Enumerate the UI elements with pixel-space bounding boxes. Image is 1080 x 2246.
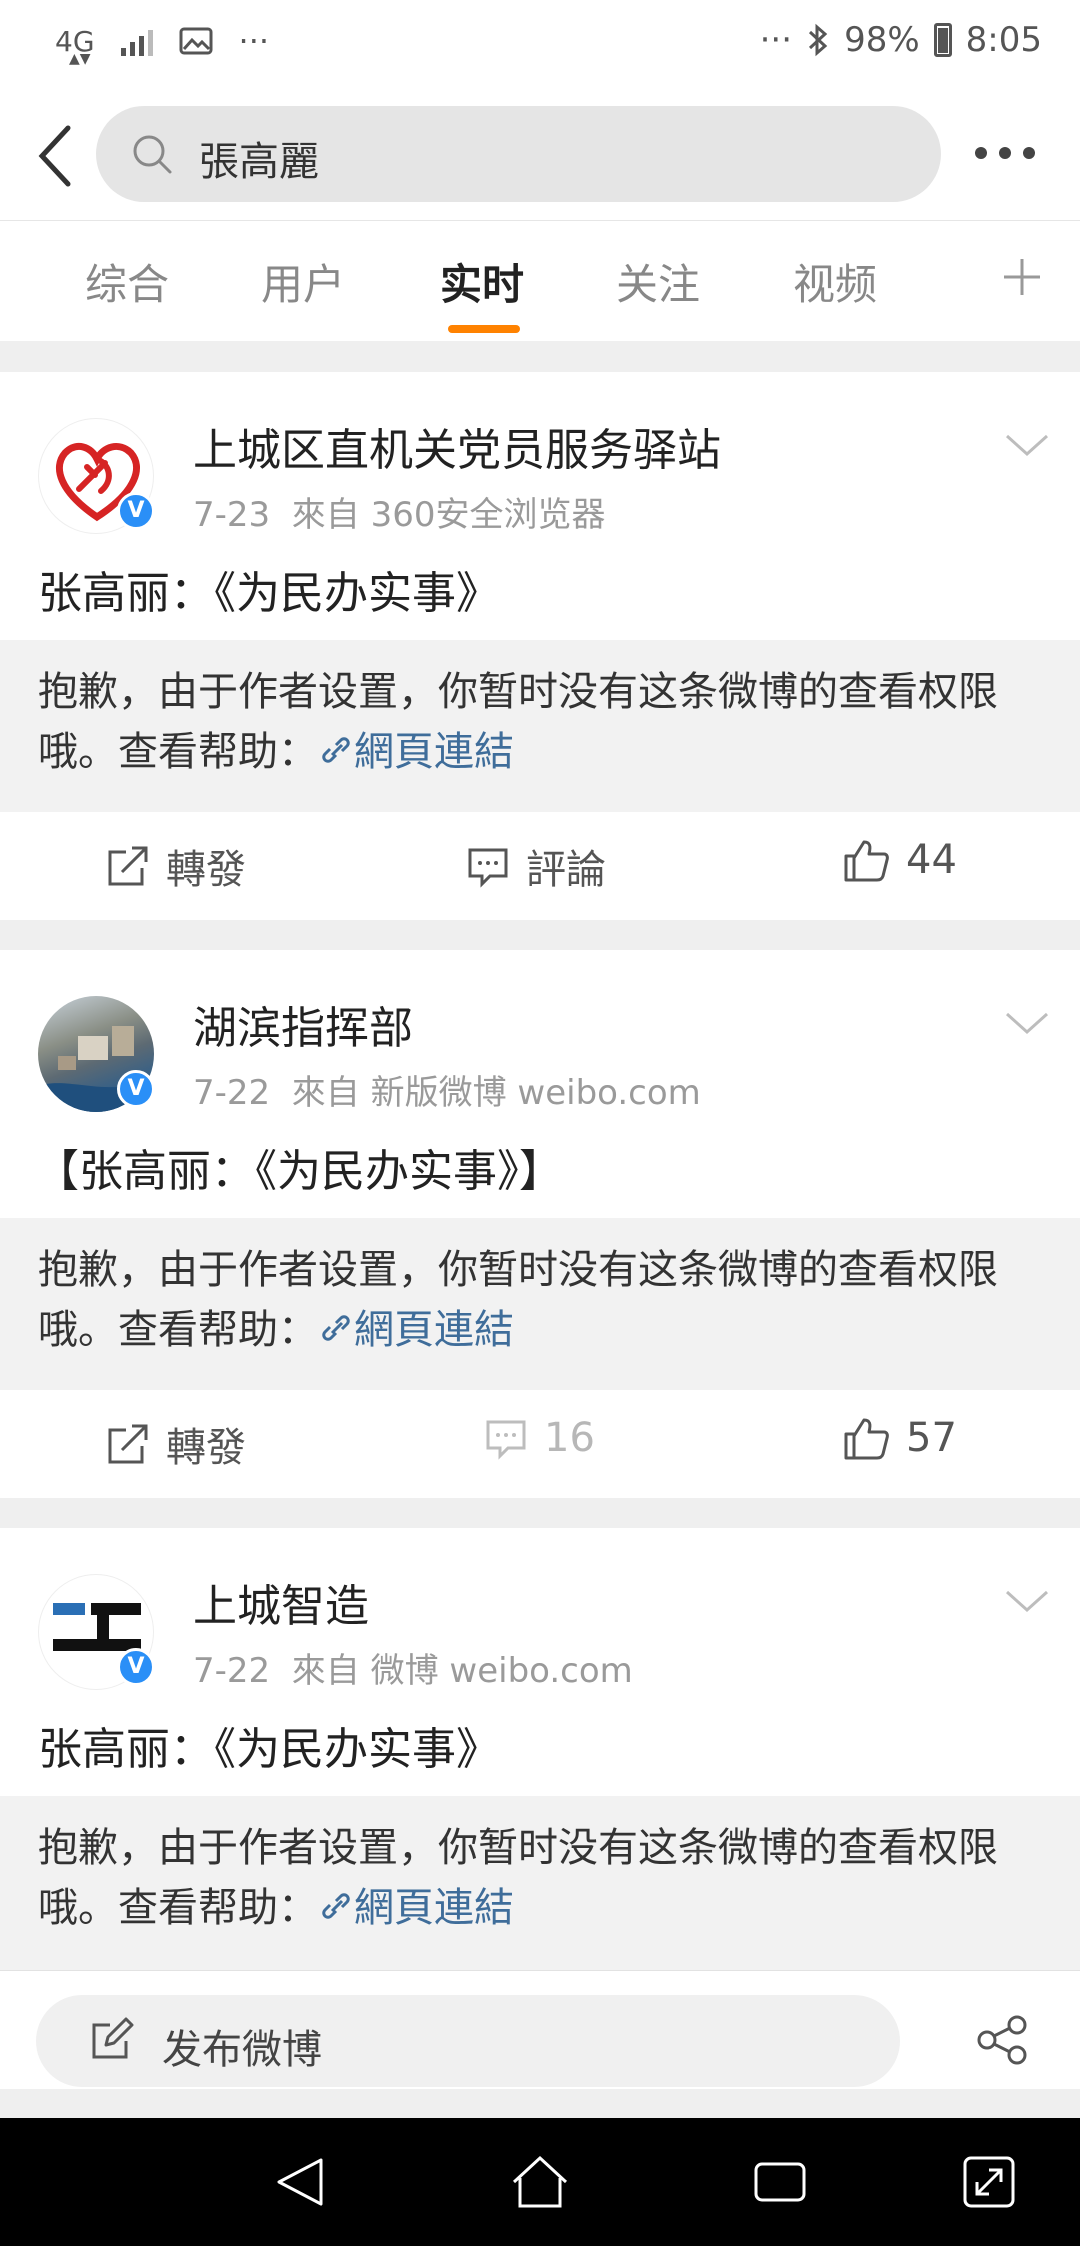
plus-icon[interactable] <box>1002 257 1042 297</box>
comment-label: 評論 <box>526 847 606 893</box>
edit-icon <box>92 2017 134 2059</box>
post-author[interactable]: 上城智造 <box>193 1570 369 1634</box>
post-text: 张高丽：《为民办实事》 <box>38 568 500 619</box>
post-author[interactable]: 上城区直机关党员服务驿站 <box>193 414 721 478</box>
repost-icon <box>108 1424 148 1464</box>
battery-percent: 98% <box>844 20 920 60</box>
chevron-down-icon[interactable] <box>1003 1588 1051 1616</box>
image-notification-icon <box>179 27 213 55</box>
link-icon <box>322 1315 350 1341</box>
network-indicator: 4G ▲▼ <box>55 24 95 67</box>
post-text: 张高丽：《为民办实事》 <box>38 1724 500 1775</box>
repost-label: 轉發 <box>166 1425 246 1471</box>
like-count: 57 <box>906 1415 957 1461</box>
notice-text: 抱歉，由于作者设置，你暂时没有这条微博的查看权限哦。查看帮助： <box>38 1247 998 1353</box>
search-icon <box>133 135 172 174</box>
restricted-notice: 抱歉，由于作者设置，你暂时没有这条微博的查看权限哦。查看帮助： 網頁連結 <box>0 1218 1080 1390</box>
comment-button[interactable]: 16 <box>484 1415 595 1461</box>
status-more: ··· <box>759 20 793 60</box>
notice-text: 抱歉，由于作者设置，你暂时没有这条微博的查看权限哦。查看帮助： <box>38 1825 998 1931</box>
post-date: 7-22 <box>193 1073 271 1113</box>
post-actions: 轉發 16 57 <box>0 1390 1080 1498</box>
link-icon <box>322 737 350 763</box>
search-query: 張高麗 <box>199 139 319 185</box>
nav-expand-icon[interactable] <box>961 2154 1017 2210</box>
web-link[interactable]: 網頁連結 <box>318 1307 514 1353</box>
thumbs-up-icon <box>844 1418 889 1460</box>
post-meta: 7-23 來自 360安全浏览器 <box>193 487 606 536</box>
nav-back-icon[interactable] <box>273 2154 327 2210</box>
active-tab-indicator <box>448 325 520 333</box>
tab-video[interactable]: 视频 <box>793 251 877 312</box>
web-link[interactable]: 網頁連結 <box>318 1885 514 1931</box>
post-card: V 上城区直机关党员服务驿站 7-23 來自 360安全浏览器 张高丽：《为民办… <box>0 372 1080 920</box>
nav-recents-icon[interactable] <box>752 2154 808 2210</box>
verified-badge-icon: V <box>117 1648 155 1686</box>
compose-button[interactable]: 发布微博 <box>36 1995 900 2087</box>
status-left: 4G ▲▼ ··· <box>55 22 270 67</box>
bluetooth-icon <box>809 23 828 57</box>
post-text: 【张高丽：《为民办实事》】 <box>35 1146 563 1197</box>
share-icon[interactable] <box>975 2015 1029 2065</box>
chevron-down-icon[interactable] <box>1003 1010 1051 1038</box>
post-actions: 轉發 評論 44 <box>0 812 1080 920</box>
battery-icon <box>933 23 952 57</box>
like-button[interactable]: 44 <box>842 837 957 883</box>
post-author[interactable]: 湖滨指挥部 <box>193 992 413 1056</box>
post-date: 7-23 <box>193 495 271 535</box>
restricted-notice: 抱歉，由于作者设置，你暂时没有这条微博的查看权限哦。查看帮助： 網頁連結 <box>0 1796 1080 1970</box>
tab-bar: 综合 用户 实时 关注 视频 <box>0 220 1080 341</box>
web-link[interactable]: 網頁連結 <box>318 729 514 775</box>
search-input[interactable]: 張高麗 <box>96 106 941 202</box>
like-button[interactable]: 57 <box>842 1415 957 1461</box>
clock: 8:05 <box>965 20 1042 60</box>
repost-button[interactable]: 轉發 <box>106 837 246 895</box>
search-header: 張高麗 <box>0 92 1080 220</box>
nav-home-icon[interactable] <box>510 2154 570 2210</box>
verified-badge-icon: V <box>117 492 155 530</box>
status-right: ··· 98% 8:05 <box>760 20 1042 60</box>
restricted-notice: 抱歉，由于作者设置，你暂时没有这条微博的查看权限哦。查看帮助： 網頁連結 <box>0 640 1080 812</box>
post-meta: 7-22 來自 新版微博 weibo.com <box>193 1065 701 1114</box>
status-bar: 4G ▲▼ ··· ··· 98% 8:05 <box>0 0 1080 92</box>
back-arrow-icon[interactable] <box>28 120 88 192</box>
compose-label: 发布微博 <box>162 2027 322 2073</box>
notification-more: ··· <box>238 22 270 60</box>
verified-badge-icon: V <box>117 1070 155 1108</box>
link-icon <box>322 1893 350 1919</box>
system-nav-bar <box>0 2118 1080 2246</box>
post-source: 來自 360安全浏览器 <box>291 495 606 535</box>
more-icon[interactable] <box>975 147 1035 159</box>
post-source: 來自 新版微博 weibo.com <box>291 1073 701 1113</box>
tab-users[interactable]: 用户 <box>261 251 345 312</box>
tab-realtime[interactable]: 实时 <box>440 251 524 312</box>
notice-text: 抱歉，由于作者设置，你暂时没有这条微博的查看权限哦。查看帮助： <box>38 669 998 775</box>
repost-button[interactable]: 轉發 <box>106 1415 246 1473</box>
post-source: 來自 微博 weibo.com <box>291 1651 633 1691</box>
comment-count: 16 <box>544 1415 595 1461</box>
bottom-bar: 发布微博 <box>0 1970 1080 2089</box>
tab-following[interactable]: 关注 <box>616 251 700 312</box>
post-date: 7-22 <box>193 1651 271 1691</box>
tab-comprehensive[interactable]: 综合 <box>85 251 169 312</box>
signal-icon <box>120 26 153 56</box>
comment-icon <box>486 1420 526 1460</box>
repost-icon <box>108 846 148 886</box>
comment-button[interactable]: 評論 <box>466 837 606 895</box>
post-card: V 上城智造 7-22 來自 微博 weibo.com 张高丽：《为民办实事》 … <box>0 1528 1080 1970</box>
post-card: V 湖滨指挥部 7-22 來自 新版微博 weibo.com 【张高丽：《为民办… <box>0 950 1080 1498</box>
post-meta: 7-22 來自 微博 weibo.com <box>193 1643 633 1692</box>
chevron-down-icon[interactable] <box>1003 432 1051 460</box>
thumbs-up-icon <box>844 840 889 882</box>
like-count: 44 <box>906 837 957 883</box>
comment-icon <box>468 848 508 888</box>
repost-label: 轉發 <box>166 847 246 893</box>
